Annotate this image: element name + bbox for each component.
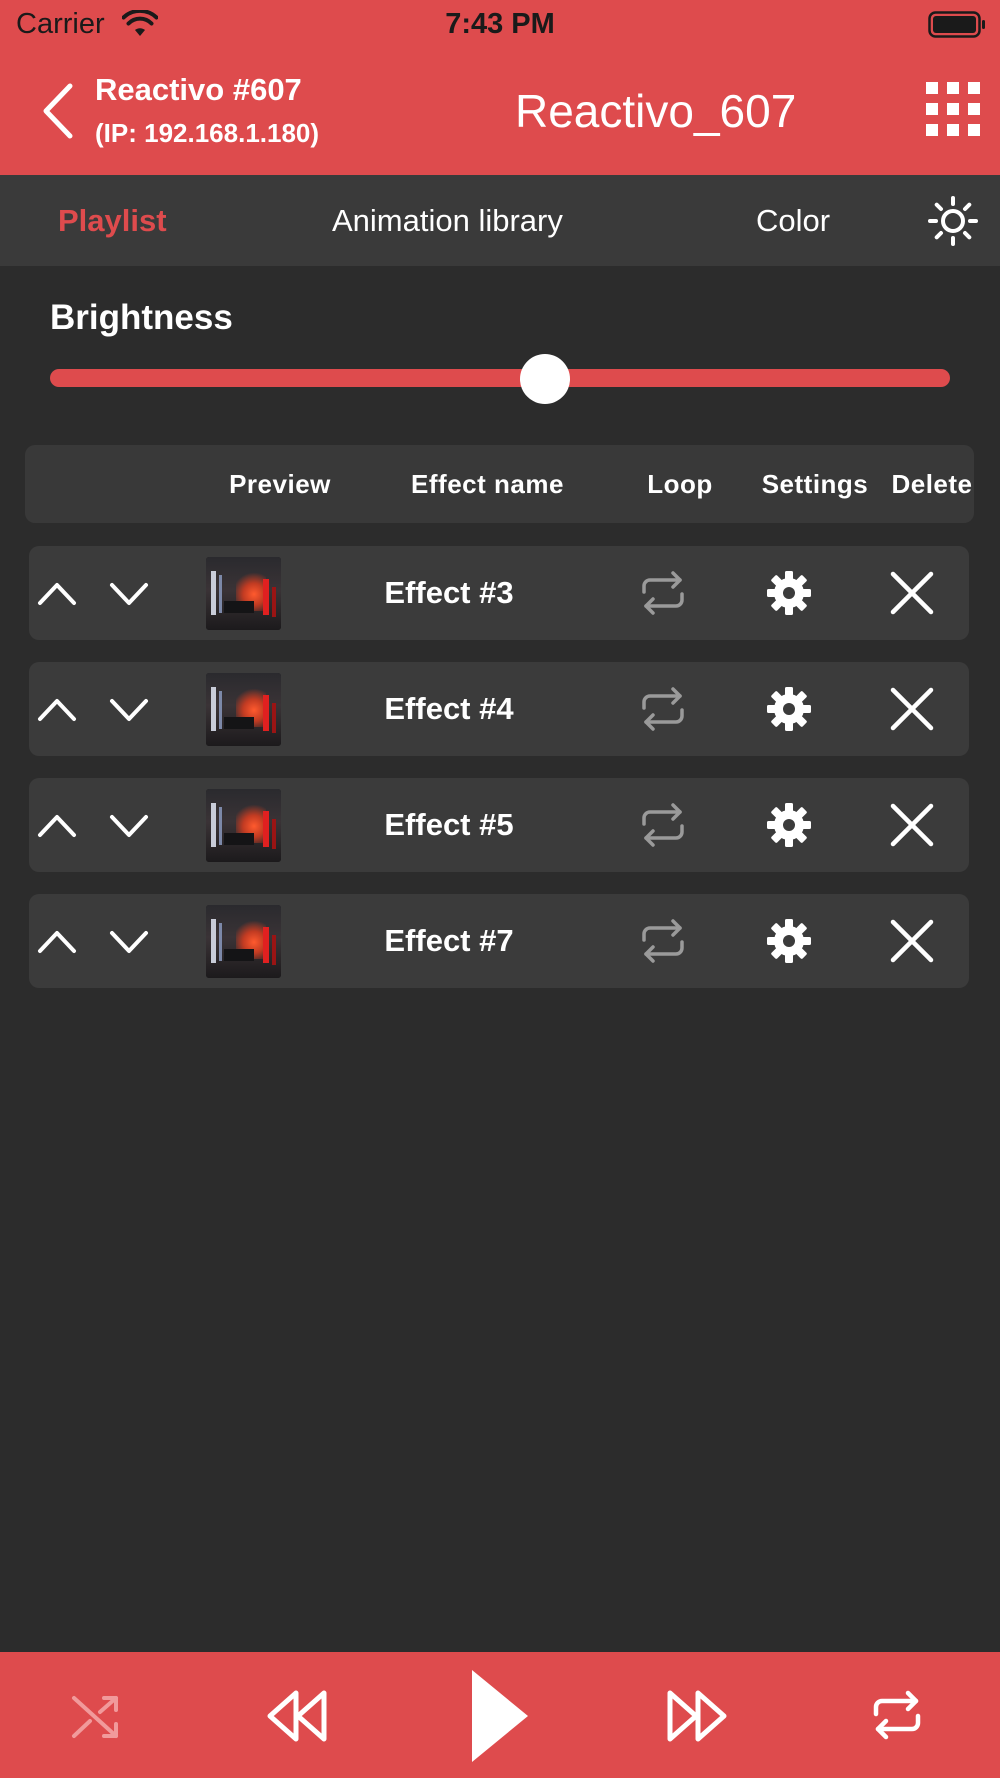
back-chevron-icon[interactable]: [40, 82, 76, 140]
column-header-effect-name: Effect name: [411, 469, 564, 499]
chevron-down-icon[interactable]: [109, 921, 149, 961]
gear-icon[interactable]: [766, 802, 812, 848]
chevron-up-icon[interactable]: [37, 805, 77, 845]
grid-menu-icon[interactable]: [926, 82, 980, 136]
gear-icon[interactable]: [766, 686, 812, 732]
chevron-down-icon[interactable]: [109, 573, 149, 613]
chevron-down-icon[interactable]: [109, 805, 149, 845]
chevron-up-icon[interactable]: [37, 689, 77, 729]
effect-name: Effect #7: [384, 923, 514, 958]
tab-playlist[interactable]: Playlist: [58, 175, 167, 266]
gear-icon[interactable]: [766, 918, 812, 964]
fast-forward-icon[interactable]: [666, 1688, 728, 1744]
device-ip: (IP: 192.168.1.180): [95, 118, 320, 148]
play-icon[interactable]: [470, 1668, 530, 1764]
close-icon[interactable]: [890, 687, 934, 731]
chevron-up-icon[interactable]: [37, 921, 77, 961]
playlist-row: Effect #3: [29, 546, 969, 640]
loop-icon[interactable]: [638, 800, 688, 850]
shuffle-icon[interactable]: [70, 1690, 122, 1742]
loop-icon[interactable]: [638, 916, 688, 966]
column-header-delete: Delete: [891, 469, 973, 499]
status-bar: Carrier 7:43 PM: [0, 0, 1000, 52]
column-header-loop: Loop: [647, 469, 713, 499]
gear-icon[interactable]: [766, 570, 812, 616]
page-title: Reactivo_607: [515, 85, 797, 137]
close-icon[interactable]: [890, 571, 934, 615]
battery-icon: [928, 11, 985, 38]
table-header: Preview Effect name Loop Settings Delete: [25, 445, 974, 523]
close-icon[interactable]: [890, 919, 934, 963]
sun-icon[interactable]: [928, 196, 978, 246]
column-header-preview: Preview: [229, 469, 331, 499]
device-name: Reactivo #607: [95, 72, 302, 107]
effect-name: Effect #5: [384, 807, 514, 842]
effect-name: Effect #3: [384, 575, 514, 610]
column-header-settings: Settings: [761, 469, 869, 499]
tab-color[interactable]: Color: [756, 175, 830, 266]
repeat-icon[interactable]: [870, 1688, 924, 1742]
top-header: Carrier 7:43 PM Reactivo #607 (IP: 192.1…: [0, 0, 1000, 175]
preview-thumbnail[interactable]: [206, 905, 281, 978]
effect-name: Effect #4: [384, 691, 514, 726]
brightness-slider-track[interactable]: [50, 369, 950, 387]
loop-icon[interactable]: [638, 568, 688, 618]
playlist-row: Effect #7: [29, 894, 969, 988]
playlist-row: Effect #5: [29, 778, 969, 872]
loop-icon[interactable]: [638, 684, 688, 734]
brightness-slider-thumb[interactable]: [520, 354, 570, 404]
chevron-up-icon[interactable]: [37, 573, 77, 613]
tab-bar: Playlist Animation library Color: [0, 175, 1000, 266]
playlist-row: Effect #4: [29, 662, 969, 756]
status-time: 7:43 PM: [445, 8, 555, 40]
rewind-icon[interactable]: [266, 1688, 328, 1744]
tab-animation-library[interactable]: Animation library: [332, 175, 563, 266]
preview-thumbnail[interactable]: [206, 557, 281, 630]
preview-thumbnail[interactable]: [206, 673, 281, 746]
brightness-label: Brightness: [50, 298, 233, 337]
chevron-down-icon[interactable]: [109, 689, 149, 729]
preview-thumbnail[interactable]: [206, 789, 281, 862]
close-icon[interactable]: [890, 803, 934, 847]
player-controls: [0, 1652, 1000, 1778]
